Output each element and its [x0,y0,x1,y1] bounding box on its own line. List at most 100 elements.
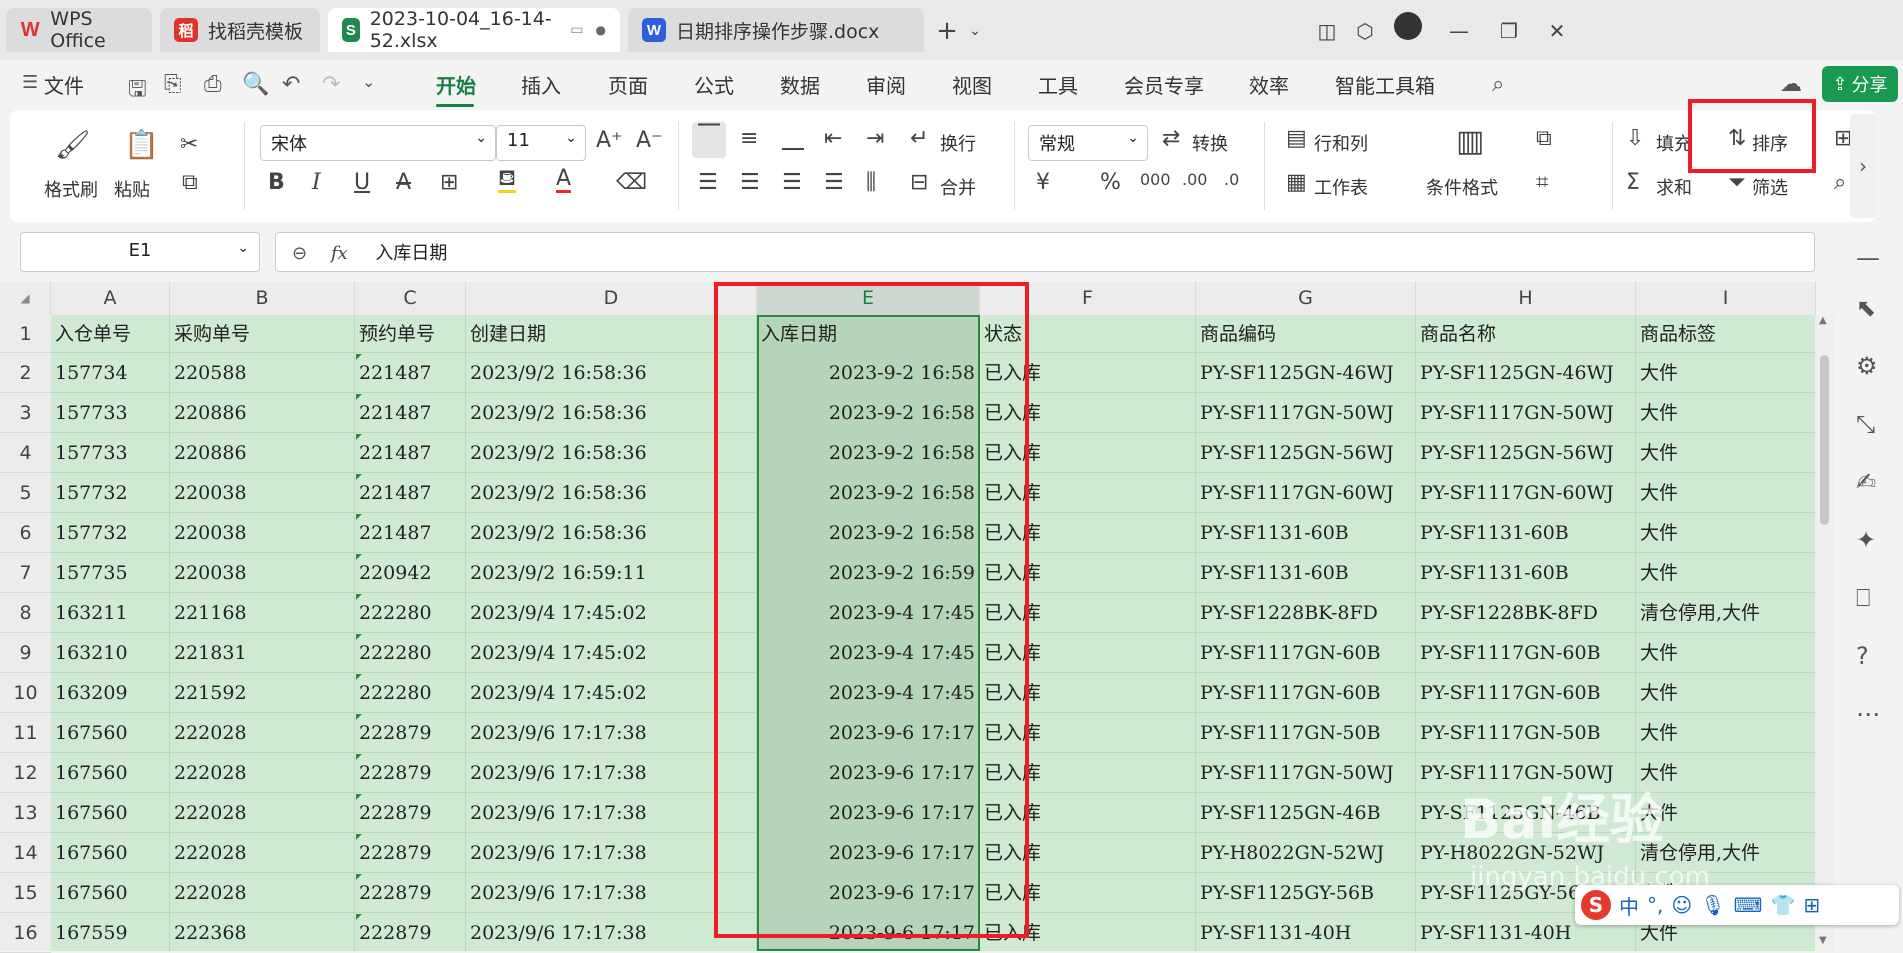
justify-icon[interactable]: ☰ [824,170,844,195]
cell-a[interactable]: 163210 [51,633,170,673]
fill-icon[interactable]: ⇩ [1626,126,1644,151]
tab-wps-office[interactable]: W WPS Office [6,8,152,52]
cell-b[interactable]: 220588 [170,353,355,393]
row-header[interactable]: 13 [0,793,51,833]
increase-decimal-icon[interactable]: .00 [1182,170,1207,189]
style-icon[interactable]: ⧉ [1536,126,1552,151]
cell-i[interactable]: 商品标签 [1636,315,1815,353]
cell-c[interactable]: 221487 [355,393,466,433]
wrap-icon[interactable]: ↵ [910,126,928,151]
more-chevron-icon[interactable]: ⌄ [362,72,375,91]
font-color-icon[interactable]: A [556,168,572,193]
cell-i[interactable]: 大件 [1636,473,1815,513]
cell-c[interactable]: 221487 [355,353,466,393]
cell-g[interactable]: PY-SF1131-40H [1196,913,1416,951]
cell-b[interactable]: 220886 [170,393,355,433]
skin-icon[interactable]: 👕 [1770,893,1795,917]
menu-data[interactable]: 数据 [780,70,820,99]
row-header[interactable]: 12 [0,753,51,793]
cloud-chat-icon[interactable]: ☁ [1780,72,1802,97]
help-icon[interactable]: ? [1856,642,1869,670]
new-tab-plus-icon[interactable]: + [932,16,962,46]
worksheet-icon[interactable]: ▦ [1286,170,1307,195]
worksheet-button[interactable]: 工作表 [1314,174,1368,200]
voice-icon[interactable]: 🎙 [1700,893,1725,917]
cell-a[interactable]: 167560 [51,793,170,833]
cell-a[interactable]: 167560 [51,873,170,913]
sidebar-toggle-icon[interactable]: ◫ [1312,16,1342,46]
cell-g[interactable]: PY-SF1125GN-56WJ [1196,433,1416,473]
cell-a[interactable]: 167560 [51,713,170,753]
font-name-select[interactable]: 宋体 ⌄ [260,125,496,161]
cell-g[interactable]: PY-SF1125GN-46WJ [1196,353,1416,393]
cell-b[interactable]: 222028 [170,833,355,873]
cell-i[interactable]: 大件 [1636,433,1815,473]
italic-icon[interactable]: I [312,170,321,195]
keyboard-icon[interactable]: ⌨ [1734,893,1763,917]
fill-button[interactable]: 填充 [1656,130,1692,156]
cell-border-icon[interactable]: ⌗ [1536,170,1548,195]
unsaved-dot-icon[interactable]: ● [596,23,606,37]
row-header[interactable]: 6 [0,513,51,553]
grid-menu-icon[interactable]: ⊞ [1803,893,1820,917]
row-header[interactable]: 1 [0,315,51,353]
cell-a[interactable]: 157733 [51,433,170,473]
cell-g[interactable]: PY-SF1125GN-46B [1196,793,1416,833]
cell-b[interactable]: 222368 [170,913,355,951]
column-header-a[interactable]: A [51,282,170,315]
align-right-icon[interactable]: ☰ [782,170,802,195]
vertical-scrollbar[interactable]: ▲ ▼ [1815,315,1834,951]
copy-icon[interactable]: ⧉ [182,170,198,195]
scroll-up-icon[interactable]: ▲ [1819,315,1827,326]
cell-b[interactable]: 220038 [170,513,355,553]
cell-i[interactable]: 大件 [1636,673,1815,713]
row-header[interactable]: 8 [0,593,51,633]
cell-h[interactable]: PY-SF1117GN-60B [1416,633,1636,673]
cell-h[interactable]: PY-SF1131-60B [1416,513,1636,553]
tab-template[interactable]: 稻 找稻壳模板 [160,8,320,52]
merge-button[interactable]: 合并 [940,174,976,200]
wrap-button[interactable]: 换行 [940,130,976,156]
close-icon[interactable]: ✕ [1542,16,1572,46]
decrease-decimal-icon[interactable]: .0 [1224,170,1239,189]
outdent-icon[interactable]: ⇤ [824,126,842,151]
row-header[interactable]: 7 [0,553,51,593]
cut-icon[interactable]: ✂ [180,132,198,157]
cell-c[interactable]: 220942 [355,553,466,593]
cell-c[interactable]: 221487 [355,433,466,473]
cell-a[interactable]: 157735 [51,553,170,593]
align-bottom-icon[interactable]: ⎽ [782,126,804,151]
avatar[interactable] [1394,12,1422,40]
thousands-icon[interactable]: 000 [1140,170,1171,189]
indent-icon[interactable]: ⇥ [866,126,884,151]
underline-icon[interactable]: U [354,170,370,195]
scroll-down-icon[interactable]: ▼ [1819,935,1827,946]
hamburger-icon[interactable]: ☰ [22,72,38,93]
cell-b[interactable]: 220038 [170,473,355,513]
cell-c[interactable]: 预约单号 [355,315,466,353]
select-all-corner[interactable]: ◢ [0,282,51,315]
cell-c[interactable]: 222280 [355,673,466,713]
cell-h[interactable]: PY-SF1228BK-8FD [1416,593,1636,633]
paste-icon[interactable]: 📋 [124,128,159,161]
cell-c[interactable]: 222879 [355,833,466,873]
cell-b[interactable]: 222028 [170,793,355,833]
menu-home[interactable]: 开始 [436,70,476,99]
paste-button[interactable]: 粘贴 [114,176,150,202]
emoji-icon[interactable]: ☺ [1671,893,1692,917]
magic-tool-icon[interactable]: ✦ [1856,526,1876,554]
cell-h[interactable]: PY-SF1125GN-56WJ [1416,433,1636,473]
menu-efficiency[interactable]: 效率 [1249,70,1289,99]
undo-icon[interactable]: ↶ [282,72,300,97]
font-size-select[interactable]: 11 ⌄ [496,125,586,161]
currency-icon[interactable]: ¥ [1036,170,1050,195]
redo-icon[interactable]: ↷ [322,72,340,97]
percent-icon[interactable]: % [1100,170,1121,195]
cell-c[interactable]: 222280 [355,633,466,673]
merge-icon[interactable]: ⊟ [910,170,928,195]
select-pointer-icon[interactable]: ⬉ [1856,294,1876,322]
tab-xlsx[interactable]: S 2023-10-04_16-14-52.xlsx ▭ ● [328,8,620,52]
cell-a[interactable]: 167560 [51,833,170,873]
ime-mode[interactable]: 中 [1619,891,1639,920]
convert-button[interactable]: 转换 [1192,130,1228,156]
